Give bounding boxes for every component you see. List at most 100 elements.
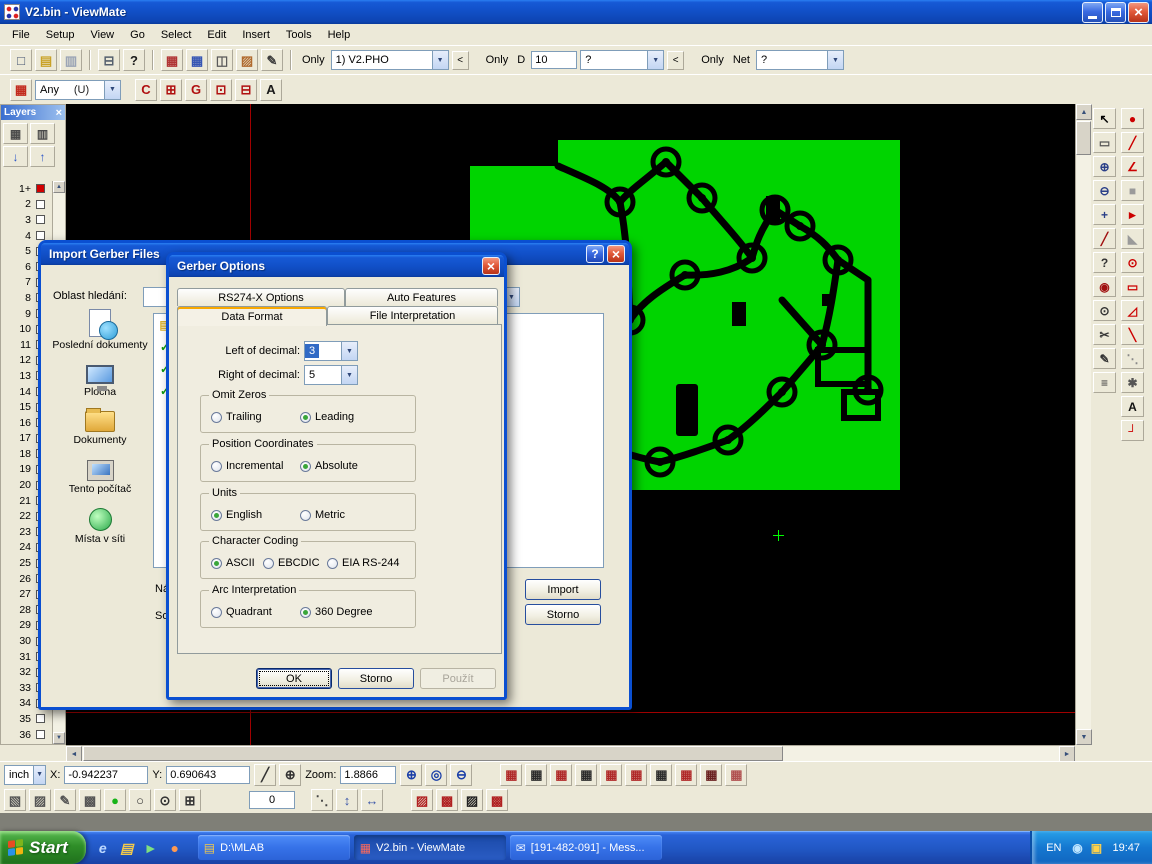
scroll-down-icon[interactable]	[53, 732, 65, 744]
new-file-icon[interactable]: □	[10, 49, 32, 71]
pattern-toggle-icon-3[interactable]: ▨	[461, 789, 483, 811]
zoom-field[interactable]: 1.8866	[340, 766, 396, 784]
pan-mode-icon[interactable]: ↔	[361, 789, 383, 811]
net-combo[interactable]: ?	[756, 50, 844, 70]
radio-ascii[interactable]: ASCII	[211, 557, 263, 569]
zoom-window-icon[interactable]: ◎	[425, 764, 447, 786]
view-film-icon-4[interactable]: ▦	[575, 764, 597, 786]
menu-edit[interactable]: Edit	[199, 27, 234, 43]
compare-layers-icon[interactable]: ▨	[236, 49, 258, 71]
only-dcode-toggle[interactable]: Only	[483, 54, 512, 66]
apertures-table-icon[interactable]: ▥	[30, 123, 55, 144]
cancel-button[interactable]: Storno	[338, 668, 414, 689]
close-button[interactable]	[1128, 2, 1149, 23]
measure-icon[interactable]: ╱	[1093, 228, 1116, 249]
insert-rectangle-icon[interactable]: ■	[1121, 180, 1144, 201]
layer-color-chip[interactable]	[36, 215, 45, 224]
mask-mode-icon[interactable]: ▨	[29, 789, 51, 811]
anchor-icon[interactable]: ⊙	[154, 789, 176, 811]
square-aperture-icon[interactable]: ⊡	[210, 79, 232, 101]
frame-aperture-icon[interactable]: ⊞	[160, 79, 182, 101]
layers-stack-icon[interactable]: ≡	[1093, 372, 1116, 393]
scroll-left-icon[interactable]	[66, 746, 82, 762]
paint-mode-icon[interactable]: ✎	[54, 789, 76, 811]
only-layer-toggle[interactable]: Only	[299, 54, 328, 66]
dropdown-arrow-icon[interactable]	[432, 51, 448, 69]
dropdown-arrow-icon[interactable]	[33, 766, 45, 784]
layer-row-35[interactable]: 35	[1, 711, 52, 727]
select-mode-icon[interactable]: ▧	[4, 789, 26, 811]
dropdown-arrow-icon[interactable]	[341, 342, 357, 360]
aperture-filter-combo[interactable]: Any (U)	[35, 80, 121, 100]
language-indicator[interactable]: EN	[1046, 842, 1061, 854]
insert-circle-icon[interactable]: ⊙	[1121, 252, 1144, 273]
measure-diagonal-icon[interactable]: ╱	[254, 764, 276, 786]
zoom-in-icon[interactable]: ⊕	[1093, 156, 1116, 177]
layers-table-icon[interactable]: ▦	[3, 123, 28, 144]
layer-color-chip[interactable]	[36, 200, 45, 209]
dropdown-arrow-icon[interactable]	[647, 51, 663, 69]
layer-down-icon[interactable]: ↓	[3, 146, 28, 167]
origin-icon[interactable]: ⊕	[279, 764, 301, 786]
insert-dots-icon[interactable]: ⋱	[1121, 348, 1144, 369]
previous-layer-button[interactable]: <	[452, 51, 469, 70]
highlight-mode-icon[interactable]: ▩	[79, 789, 101, 811]
restore-button[interactable]	[1105, 2, 1126, 23]
cancel-button[interactable]: Storno	[525, 604, 601, 625]
dropdown-arrow-icon[interactable]	[341, 366, 357, 384]
tray-network-icon[interactable]: ◉	[1069, 839, 1085, 857]
insert-polyline-icon[interactable]: ∠	[1121, 156, 1144, 177]
scroll-right-icon[interactable]	[1059, 746, 1075, 762]
menu-insert[interactable]: Insert	[234, 27, 278, 43]
zoom-in-icon[interactable]: ⊕	[400, 764, 422, 786]
viewmate-app-icon[interactable]	[4, 4, 20, 20]
layer-color-chip[interactable]	[36, 730, 45, 739]
context-help-icon[interactable]: ?	[123, 49, 145, 71]
layer-swatch-icon[interactable]: ▦	[10, 79, 32, 101]
radio-absolute[interactable]: Absolute	[300, 460, 415, 472]
highlight-icon[interactable]: ◉	[1093, 276, 1116, 297]
layer-row-3[interactable]: 3	[1, 212, 52, 228]
layer-color-chip[interactable]	[36, 184, 45, 193]
horizontal-scrollbar-thumb[interactable]	[83, 746, 783, 761]
edit-icon[interactable]: ✎	[1093, 348, 1116, 369]
insert-pad-icon[interactable]: ●	[1121, 108, 1144, 129]
radio-metric[interactable]: Metric	[300, 509, 415, 521]
radio-quadrant[interactable]: Quadrant	[211, 606, 300, 618]
tab-auto-features[interactable]: Auto Features	[345, 288, 498, 306]
radio-incremental[interactable]: Incremental	[211, 460, 300, 472]
tray-update-icon[interactable]: ▣	[1088, 839, 1104, 857]
dropdown-arrow-icon[interactable]	[104, 81, 120, 99]
radio-trailing[interactable]: Trailing	[211, 411, 300, 423]
text-aperture-icon[interactable]: A	[260, 79, 282, 101]
close-icon[interactable]	[482, 257, 500, 275]
gerber-dialog-title-bar[interactable]: Gerber Options	[169, 255, 504, 277]
taskbar-button[interactable]: ✉[191-482-091] - Mess...	[510, 835, 662, 860]
gerber-aperture-icon[interactable]: G	[185, 79, 207, 101]
cut-icon[interactable]: ✂	[1093, 324, 1116, 345]
insert-text-icon[interactable]: A	[1121, 396, 1144, 417]
taskbar-button[interactable]: ▤D:\MLAB	[198, 835, 350, 860]
radio-english[interactable]: English	[211, 509, 300, 521]
dot-grid-icon[interactable]: ⋱	[311, 789, 333, 811]
snap-icon[interactable]: ⊙	[1093, 300, 1116, 321]
view-film-icon-6[interactable]: ▦	[625, 764, 647, 786]
save-icon[interactable]: ▥	[60, 49, 82, 71]
layer-row-36[interactable]: 36	[1, 727, 52, 743]
insert-corner-icon[interactable]: ┘	[1121, 420, 1144, 441]
horizontal-scrollbar[interactable]	[66, 745, 1075, 761]
layer-color-chip[interactable]	[36, 231, 45, 240]
print-icon[interactable]: ⊟	[98, 49, 120, 71]
right-of-decimal-combo[interactable]: 5	[304, 365, 358, 385]
place-desktop[interactable]: Plocha	[51, 365, 149, 399]
place-documents[interactable]: Dokumenty	[51, 411, 149, 447]
close-icon[interactable]	[56, 107, 62, 119]
layer-row-1+[interactable]: 1+	[1, 181, 52, 197]
close-icon[interactable]	[607, 245, 625, 263]
taskbar-button[interactable]: ▦V2.bin - ViewMate	[354, 835, 506, 860]
help-icon[interactable]	[586, 245, 604, 263]
pan-icon[interactable]: +	[1093, 204, 1116, 225]
vertical-scrollbar-thumb[interactable]	[1076, 121, 1091, 155]
settings-gear-icon[interactable]: ✱	[1121, 372, 1144, 393]
aperture-table-icon[interactable]: ▦	[161, 49, 183, 71]
